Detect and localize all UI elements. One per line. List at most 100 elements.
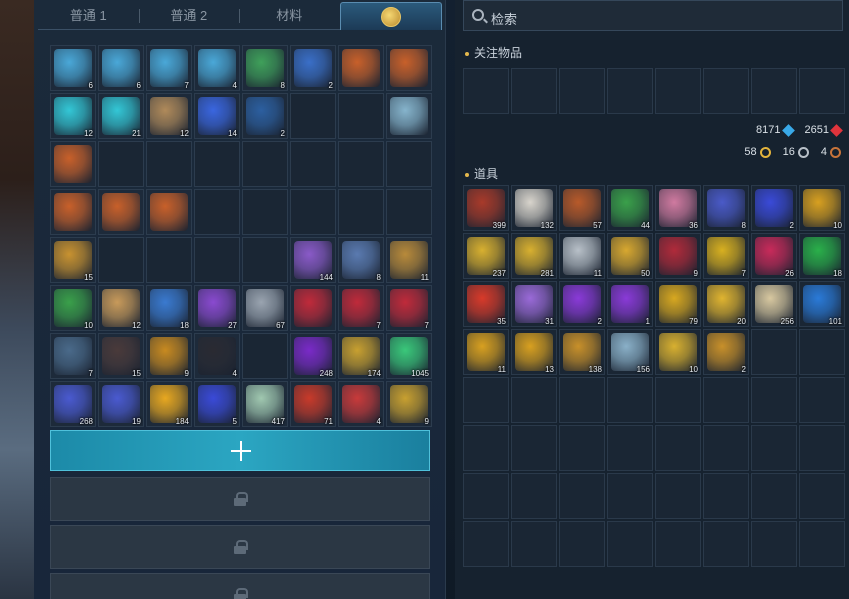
watch-slot[interactable] bbox=[511, 68, 557, 114]
item-slot[interactable]: 9 bbox=[386, 381, 432, 427]
expand-bag-button[interactable] bbox=[50, 430, 430, 471]
watch-slot[interactable] bbox=[703, 68, 749, 114]
item-slot[interactable]: 50 bbox=[607, 233, 653, 279]
item-slot[interactable]: 18 bbox=[799, 233, 845, 279]
empty-slot[interactable] bbox=[607, 473, 653, 519]
empty-slot[interactable] bbox=[559, 473, 605, 519]
item-slot[interactable]: 79 bbox=[655, 281, 701, 327]
item-slot[interactable]: 6 bbox=[50, 45, 96, 91]
empty-slot[interactable] bbox=[799, 521, 845, 567]
item-slot[interactable]: 71 bbox=[290, 381, 336, 427]
item-slot[interactable]: 9 bbox=[146, 333, 192, 379]
empty-slot[interactable] bbox=[194, 189, 240, 235]
item-slot[interactable]: 11 bbox=[463, 329, 509, 375]
empty-slot[interactable] bbox=[242, 189, 288, 235]
empty-slot[interactable] bbox=[194, 141, 240, 187]
item-slot[interactable]: 1045 bbox=[386, 333, 432, 379]
item-slot[interactable] bbox=[290, 285, 336, 331]
empty-slot[interactable] bbox=[146, 141, 192, 187]
item-slot[interactable]: 4 bbox=[194, 333, 240, 379]
item-slot[interactable]: 2 bbox=[703, 329, 749, 375]
empty-slot[interactable] bbox=[559, 521, 605, 567]
watch-slot[interactable] bbox=[799, 68, 845, 114]
empty-slot[interactable] bbox=[290, 93, 336, 139]
empty-slot[interactable] bbox=[338, 93, 384, 139]
item-slot[interactable]: 15 bbox=[50, 237, 96, 283]
tab-special[interactable] bbox=[339, 2, 442, 30]
item-slot[interactable]: 20 bbox=[703, 281, 749, 327]
empty-slot[interactable] bbox=[703, 521, 749, 567]
empty-slot[interactable] bbox=[751, 521, 797, 567]
item-slot[interactable]: 248 bbox=[290, 333, 336, 379]
watch-slot[interactable] bbox=[559, 68, 605, 114]
item-slot[interactable]: 7 bbox=[146, 45, 192, 91]
item-slot[interactable]: 7 bbox=[386, 285, 432, 331]
empty-slot[interactable] bbox=[799, 473, 845, 519]
empty-slot[interactable] bbox=[338, 141, 384, 187]
item-slot[interactable]: 4 bbox=[194, 45, 240, 91]
empty-slot[interactable] bbox=[655, 473, 701, 519]
item-slot[interactable]: 11 bbox=[386, 237, 432, 283]
empty-slot[interactable] bbox=[98, 237, 144, 283]
tab-normal-2[interactable]: 普通 2 bbox=[138, 2, 240, 30]
empty-slot[interactable] bbox=[194, 237, 240, 283]
empty-slot[interactable] bbox=[511, 473, 557, 519]
empty-slot[interactable] bbox=[703, 425, 749, 471]
item-slot[interactable]: 132 bbox=[511, 185, 557, 231]
item-slot[interactable]: 11 bbox=[559, 233, 605, 279]
item-slot[interactable]: 417 bbox=[242, 381, 288, 427]
item-slot[interactable]: 268 bbox=[50, 381, 96, 427]
item-slot[interactable] bbox=[386, 45, 432, 91]
item-slot[interactable]: 19 bbox=[98, 381, 144, 427]
item-slot[interactable]: 256 bbox=[751, 281, 797, 327]
item-slot[interactable]: 7 bbox=[50, 333, 96, 379]
empty-slot[interactable] bbox=[511, 521, 557, 567]
item-slot[interactable]: 101 bbox=[799, 281, 845, 327]
empty-slot[interactable] bbox=[511, 377, 557, 423]
empty-slot[interactable] bbox=[290, 141, 336, 187]
watch-slot[interactable] bbox=[607, 68, 653, 114]
empty-slot[interactable] bbox=[290, 189, 336, 235]
empty-slot[interactable] bbox=[799, 329, 845, 375]
item-slot[interactable] bbox=[98, 189, 144, 235]
item-slot[interactable]: 15 bbox=[98, 333, 144, 379]
empty-slot[interactable] bbox=[607, 377, 653, 423]
item-slot[interactable]: 35 bbox=[463, 281, 509, 327]
item-slot[interactable]: 10 bbox=[799, 185, 845, 231]
item-slot[interactable] bbox=[386, 93, 432, 139]
watch-slot[interactable] bbox=[751, 68, 797, 114]
item-slot[interactable]: 144 bbox=[290, 237, 336, 283]
item-slot[interactable]: 36 bbox=[655, 185, 701, 231]
item-slot[interactable]: 26 bbox=[751, 233, 797, 279]
item-slot[interactable]: 2 bbox=[290, 45, 336, 91]
tab-normal-1[interactable]: 普通 1 bbox=[38, 2, 139, 30]
empty-slot[interactable] bbox=[463, 473, 509, 519]
item-slot[interactable]: 10 bbox=[50, 285, 96, 331]
empty-slot[interactable] bbox=[607, 521, 653, 567]
item-slot[interactable]: 12 bbox=[146, 93, 192, 139]
empty-slot[interactable] bbox=[242, 141, 288, 187]
item-slot[interactable]: 8 bbox=[703, 185, 749, 231]
tab-materials[interactable]: 材料 bbox=[239, 2, 340, 30]
empty-slot[interactable] bbox=[655, 521, 701, 567]
item-slot[interactable]: 237 bbox=[463, 233, 509, 279]
watch-slot[interactable] bbox=[655, 68, 701, 114]
item-slot[interactable]: 5 bbox=[194, 381, 240, 427]
item-slot[interactable]: 6 bbox=[98, 45, 144, 91]
item-slot[interactable]: 18 bbox=[146, 285, 192, 331]
item-slot[interactable]: 4 bbox=[338, 381, 384, 427]
item-slot[interactable] bbox=[50, 141, 96, 187]
item-slot[interactable]: 281 bbox=[511, 233, 557, 279]
empty-slot[interactable] bbox=[386, 141, 432, 187]
item-slot[interactable]: 156 bbox=[607, 329, 653, 375]
item-slot[interactable]: 1 bbox=[607, 281, 653, 327]
item-slot[interactable]: 57 bbox=[559, 185, 605, 231]
item-slot[interactable]: 7 bbox=[703, 233, 749, 279]
empty-slot[interactable] bbox=[463, 377, 509, 423]
item-slot[interactable]: 10 bbox=[655, 329, 701, 375]
item-slot[interactable]: 12 bbox=[50, 93, 96, 139]
item-slot[interactable]: 7 bbox=[338, 285, 384, 331]
empty-slot[interactable] bbox=[751, 425, 797, 471]
item-slot[interactable]: 2 bbox=[559, 281, 605, 327]
item-slot[interactable] bbox=[146, 189, 192, 235]
